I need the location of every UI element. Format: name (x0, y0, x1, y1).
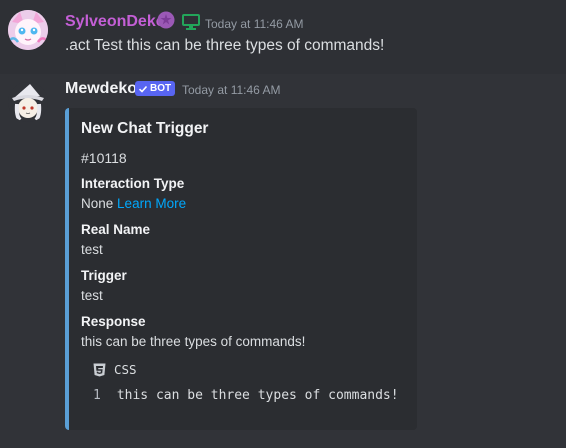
bot-badge: BOT (135, 81, 176, 96)
code-line: 1 this can be three types of commands! (93, 388, 399, 403)
avatar-sylveondeko[interactable] (8, 10, 48, 50)
line-number: 1 (93, 388, 101, 403)
embed: New Chat Trigger #10118 Interaction Type… (65, 108, 417, 430)
bot-badge-label: BOT (150, 83, 172, 94)
timestamp[interactable]: Today at 11:46 AM (182, 83, 281, 97)
field-name-trigger: Trigger (81, 268, 127, 283)
code-block-header: CSS (93, 362, 137, 377)
username-mewdeko[interactable]: Mewdeko (65, 80, 137, 98)
learn-more-link[interactable]: Learn More (117, 196, 186, 211)
field-name-response: Response (81, 314, 146, 329)
field-name-interaction-type: Interaction Type (81, 176, 185, 191)
field-value-text: None (81, 196, 114, 211)
field-value-trigger: test (81, 288, 103, 303)
css3-icon (93, 363, 106, 376)
code-language: CSS (114, 362, 137, 377)
verified-check-icon (138, 85, 148, 93)
timestamp[interactable]: Today at 11:46 AM (205, 17, 304, 31)
embed-title: New Chat Trigger (81, 120, 209, 137)
field-value-interaction-type: None Learn More (81, 196, 186, 211)
code-text: this can be three types of commands! (116, 388, 399, 403)
desktop-icon (182, 14, 200, 30)
username-sylveondeko[interactable]: SylveonDeko (65, 13, 165, 31)
field-value-real-name: test (81, 242, 103, 257)
avatar-mewdeko[interactable] (8, 82, 48, 122)
field-name-real-name: Real Name (81, 222, 151, 237)
embed-description: #10118 (81, 150, 127, 166)
role-icon[interactable] (157, 11, 175, 29)
message-content: .act Test this can be three types of com… (65, 37, 385, 54)
field-value-response: this can be three types of commands! (81, 334, 306, 349)
